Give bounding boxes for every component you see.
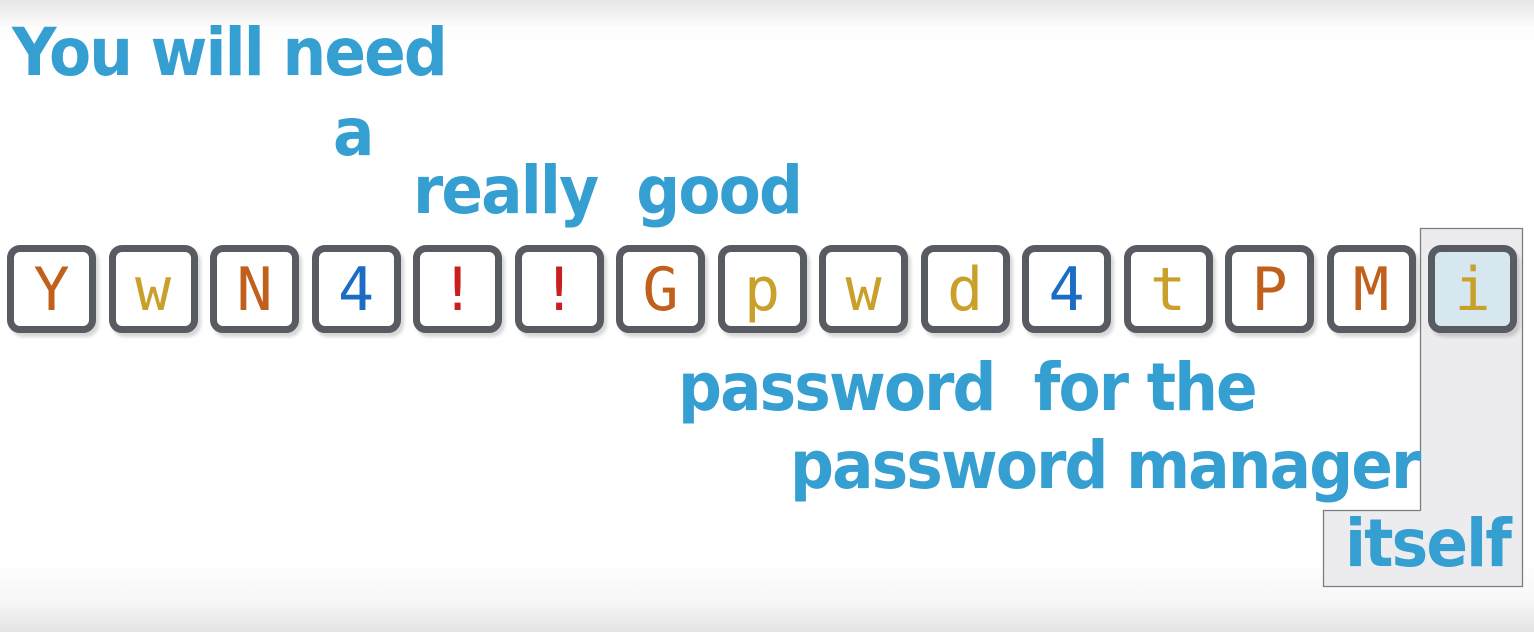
password-char: p (743, 255, 781, 325)
password-char: N (236, 255, 273, 325)
password-char: P (1251, 255, 1288, 325)
password-char-tile: 4 (311, 245, 401, 333)
password-char-tile: Y (7, 245, 96, 333)
password-char-tile: P (1225, 245, 1314, 333)
password-char: t (1149, 255, 1187, 325)
password-char-tile: w (108, 245, 198, 333)
phrase-password-for-the: password for the (678, 349, 1258, 426)
password-char-tile: d (920, 245, 1010, 333)
phrase-really-good: really good (413, 152, 803, 229)
password-char: w (134, 255, 172, 325)
password-char-tile: N (210, 245, 299, 333)
password-char: ! (439, 255, 476, 325)
password-char-tile: 4 (1022, 245, 1111, 333)
password-char-tile-highlighted: i (1428, 245, 1517, 333)
password-char-tile: p (717, 245, 807, 333)
phrase-password-manager: password manager (790, 427, 1421, 504)
password-char-tile: w (819, 245, 908, 333)
password-char: G (642, 255, 679, 325)
password-char-tile: ! (413, 245, 502, 333)
password-char-tile: M (1326, 245, 1416, 333)
phrase-itself: itself (1345, 505, 1512, 582)
password-char: M (1352, 255, 1390, 325)
password-char-tile: t (1123, 245, 1213, 333)
password-char-tile: ! (514, 245, 604, 333)
password-char: d (946, 255, 984, 325)
password-char: w (845, 255, 882, 325)
password-char: Y (33, 255, 70, 325)
password-char: i (1454, 255, 1491, 325)
password-char-tile: G (616, 245, 705, 333)
password-char: 4 (1048, 255, 1085, 325)
phrase-a: a (333, 94, 374, 171)
password-char: ! (540, 255, 578, 325)
phrase-you-will-need: You will need (12, 14, 448, 91)
password-char: 4 (337, 255, 375, 325)
